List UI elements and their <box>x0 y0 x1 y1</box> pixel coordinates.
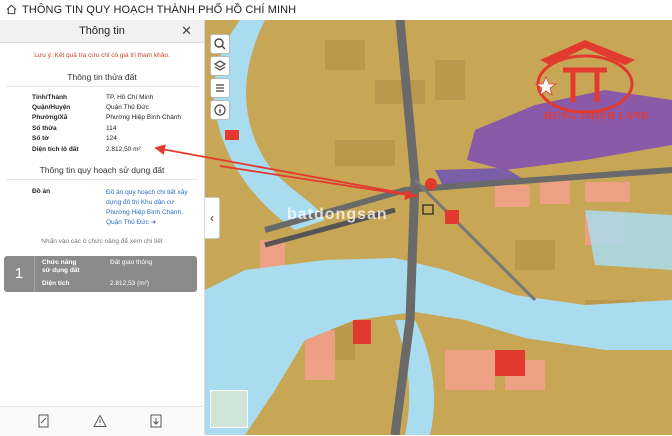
annotation-arrows <box>154 144 419 200</box>
